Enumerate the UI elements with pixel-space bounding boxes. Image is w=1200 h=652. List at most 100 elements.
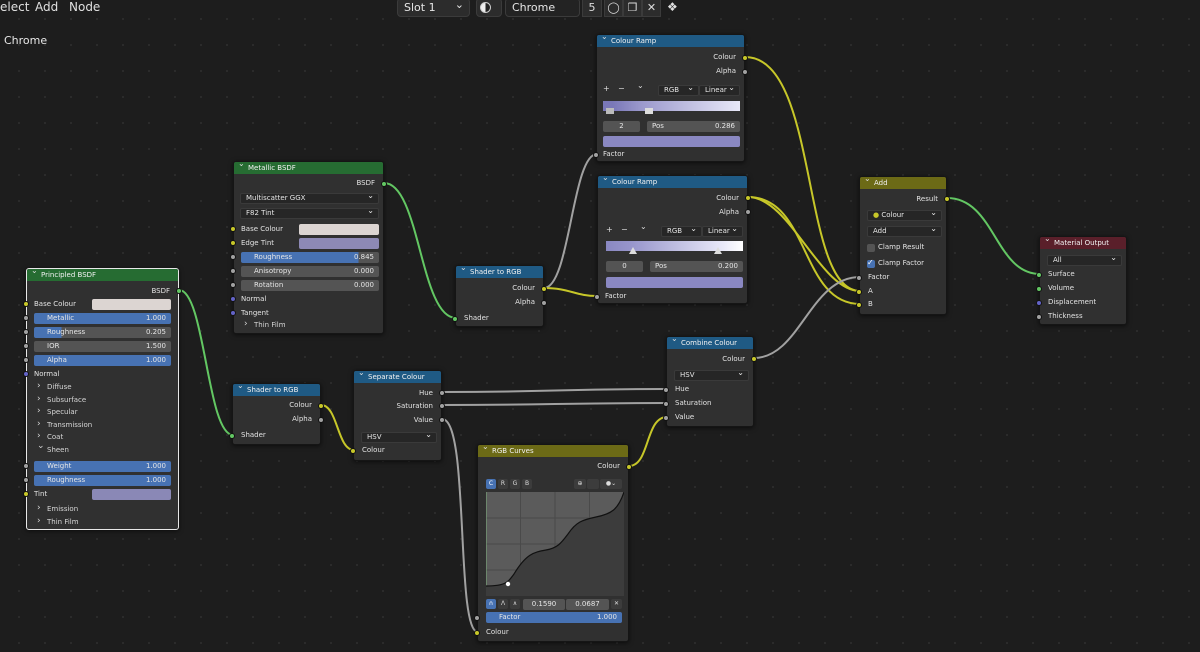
add-stop-icon[interactable]: + (603, 84, 610, 93)
metallic-bsdf-node[interactable]: Metallic BSDF BSDF Multiscatter GGX F82 … (230, 158, 387, 334)
ramp1-stop-0[interactable] (606, 108, 614, 114)
colour-ramp-1-header[interactable]: Colour Ramp (597, 31, 744, 47)
sheen-tint-swatch[interactable] (92, 489, 171, 500)
shader-to-rgb-colour-socket[interactable] (541, 286, 547, 292)
handle-vector-icon[interactable]: Λ (498, 599, 508, 609)
ramp1-factor-socket[interactable] (593, 152, 599, 158)
bsdf-output-socket[interactable] (176, 288, 182, 294)
material-output-node[interactable]: Material Output All Surface Volume Displ… (1036, 233, 1127, 325)
shader-to-rgb-2-header[interactable]: Shader to RGB (233, 380, 320, 396)
metallic-roughness-field[interactable]: Roughness 0.845 (241, 252, 379, 263)
diffuse-panel[interactable]: Diffuse (37, 381, 71, 393)
sheen-weight-socket[interactable] (23, 463, 29, 469)
edge-tint-swatch[interactable] (299, 238, 379, 249)
curves-factor-field[interactable]: Factor 1.000 (486, 612, 622, 623)
zoom-icon[interactable]: ⊕ (574, 479, 586, 489)
sheen-weight-field[interactable]: Weight 1.000 (34, 461, 171, 472)
curve-graph[interactable] (486, 492, 624, 596)
curves-factor-socket[interactable] (474, 615, 480, 621)
ramp2-menu-chevron-icon[interactable]: ⌄ (640, 222, 647, 231)
sheen-roughness-field[interactable]: Roughness 1.000 (34, 475, 171, 486)
coat-panel[interactable]: Coat (37, 431, 63, 443)
combine-mode-dropdown[interactable]: HSV (674, 368, 749, 381)
curves-colour-out-socket[interactable] (626, 464, 632, 470)
ramp1-colour-socket[interactable] (742, 55, 748, 61)
transmission-panel[interactable]: Transmission (37, 419, 92, 431)
volume-socket[interactable] (1036, 286, 1042, 292)
ior-socket[interactable] (23, 343, 29, 349)
add-mix-header[interactable]: Add (860, 173, 946, 189)
alpha-socket[interactable] (23, 357, 29, 363)
pin-icon[interactable]: ❖ (667, 0, 678, 15)
clamp-factor-checkbox[interactable] (867, 258, 875, 268)
curve-point-x-field[interactable]: 0.1590 (523, 599, 565, 610)
separate-hue-socket[interactable] (439, 390, 445, 396)
ramp2-remove-stop-icon[interactable]: − (621, 225, 628, 234)
ramp2-add-stop-icon[interactable]: + (606, 225, 613, 234)
ramp2-colour-socket[interactable] (745, 195, 751, 201)
mix-blend-dropdown[interactable]: Add (867, 224, 942, 237)
metallic-normal-socket[interactable] (230, 296, 236, 302)
ramp1-colour-mode-dropdown[interactable]: RGB (658, 83, 699, 96)
metallic-roughness-socket[interactable] (230, 254, 236, 260)
shader-to-rgb-2-colour-socket[interactable] (318, 403, 324, 409)
base-colour-socket[interactable] (23, 301, 29, 307)
surface-socket[interactable] (1036, 272, 1042, 278)
colour-ramp-2-header[interactable]: Colour Ramp (598, 172, 747, 188)
material-browse-button[interactable] (476, 0, 502, 17)
combine-saturation-socket[interactable] (663, 401, 669, 407)
rotation-field[interactable]: Rotation 0.000 (241, 280, 379, 291)
specular-panel[interactable]: Specular (37, 406, 77, 418)
colour-ramp-node-2[interactable]: Colour Ramp Colour Alpha + − ⌄ RGB Linea… (594, 172, 751, 304)
add-menu[interactable]: Add (35, 0, 58, 15)
ramp2-stop-1[interactable] (714, 247, 722, 254)
shader-to-rgb-2-alpha-socket[interactable] (318, 417, 324, 423)
mix-a-socket[interactable] (856, 289, 862, 295)
handle-auto-icon[interactable]: ∩ (486, 599, 496, 609)
zoom-out-icon[interactable] (587, 479, 599, 489)
rotation-socket[interactable] (230, 282, 236, 288)
clamp-result-checkbox[interactable] (867, 244, 875, 252)
shader-to-rgb-alpha-socket[interactable] (541, 300, 547, 306)
curves-tab-r[interactable]: R (498, 479, 508, 489)
base-colour-swatch[interactable] (92, 299, 171, 310)
metallic-base-colour-socket[interactable] (230, 226, 236, 232)
ramp2-position-field[interactable]: Pos 0.200 (650, 261, 743, 272)
curves-tab-b[interactable]: B (522, 479, 532, 489)
metallic-thin-film-panel[interactable]: Thin Film (244, 319, 285, 331)
combine-hue-socket[interactable] (663, 387, 669, 393)
ramp1-interpolation-dropdown[interactable]: Linear (699, 83, 740, 96)
mix-factor-socket[interactable] (856, 275, 862, 281)
curves-tab-g[interactable]: G (510, 479, 520, 489)
shader-to-rgb-header[interactable]: Shader to RGB (456, 262, 543, 278)
tangent-socket[interactable] (230, 310, 236, 316)
ramp1-menu-chevron-icon[interactable]: ⌄ (637, 81, 644, 90)
duplicate-icon[interactable]: ❐ (623, 0, 642, 17)
curve-preset-icon[interactable]: ●⌄ (600, 479, 622, 489)
sheen-roughness-socket[interactable] (23, 477, 29, 483)
ramp2-interpolation-dropdown[interactable]: Linear (702, 224, 743, 237)
sheen-panel[interactable]: Sheen (37, 441, 69, 456)
edge-tint-socket[interactable] (230, 240, 236, 246)
close-icon[interactable]: ✕ (642, 0, 661, 17)
shader-to-rgb-shader-socket[interactable] (452, 316, 458, 322)
remove-stop-icon[interactable]: − (618, 84, 625, 93)
roughness-socket[interactable] (23, 329, 29, 335)
metallic-field[interactable]: Metallic 1.000 (34, 313, 171, 324)
select-menu[interactable]: elect (0, 0, 29, 15)
displacement-socket[interactable] (1036, 300, 1042, 306)
mix-data-type-dropdown[interactable]: ● Colour (867, 208, 942, 221)
ramp2-stop-0[interactable] (629, 247, 637, 254)
separate-value-socket[interactable] (439, 417, 445, 423)
ramp2-active-index-field[interactable]: 0 (606, 261, 643, 272)
principled-bsdf-node[interactable]: Principled BSDF BSDF Base Colour Metalli… (23, 265, 182, 530)
thin-film-panel[interactable]: Thin Film (37, 516, 78, 528)
anisotropy-socket[interactable] (230, 268, 236, 274)
rgb-curves-node[interactable]: RGB Curves Colour C R G B ⊕ ●⌄ ∩ Λ ∧ 0.1… (474, 441, 632, 642)
node-menu[interactable]: Node (69, 0, 100, 15)
roughness-field[interactable]: Roughness 0.205 (34, 327, 171, 338)
combine-colour-header[interactable]: Combine Colour (667, 333, 753, 349)
emission-panel[interactable]: Emission (37, 503, 78, 515)
ramp1-position-field[interactable]: Pos 0.286 (647, 121, 740, 132)
ramp2-factor-socket[interactable] (594, 294, 600, 300)
